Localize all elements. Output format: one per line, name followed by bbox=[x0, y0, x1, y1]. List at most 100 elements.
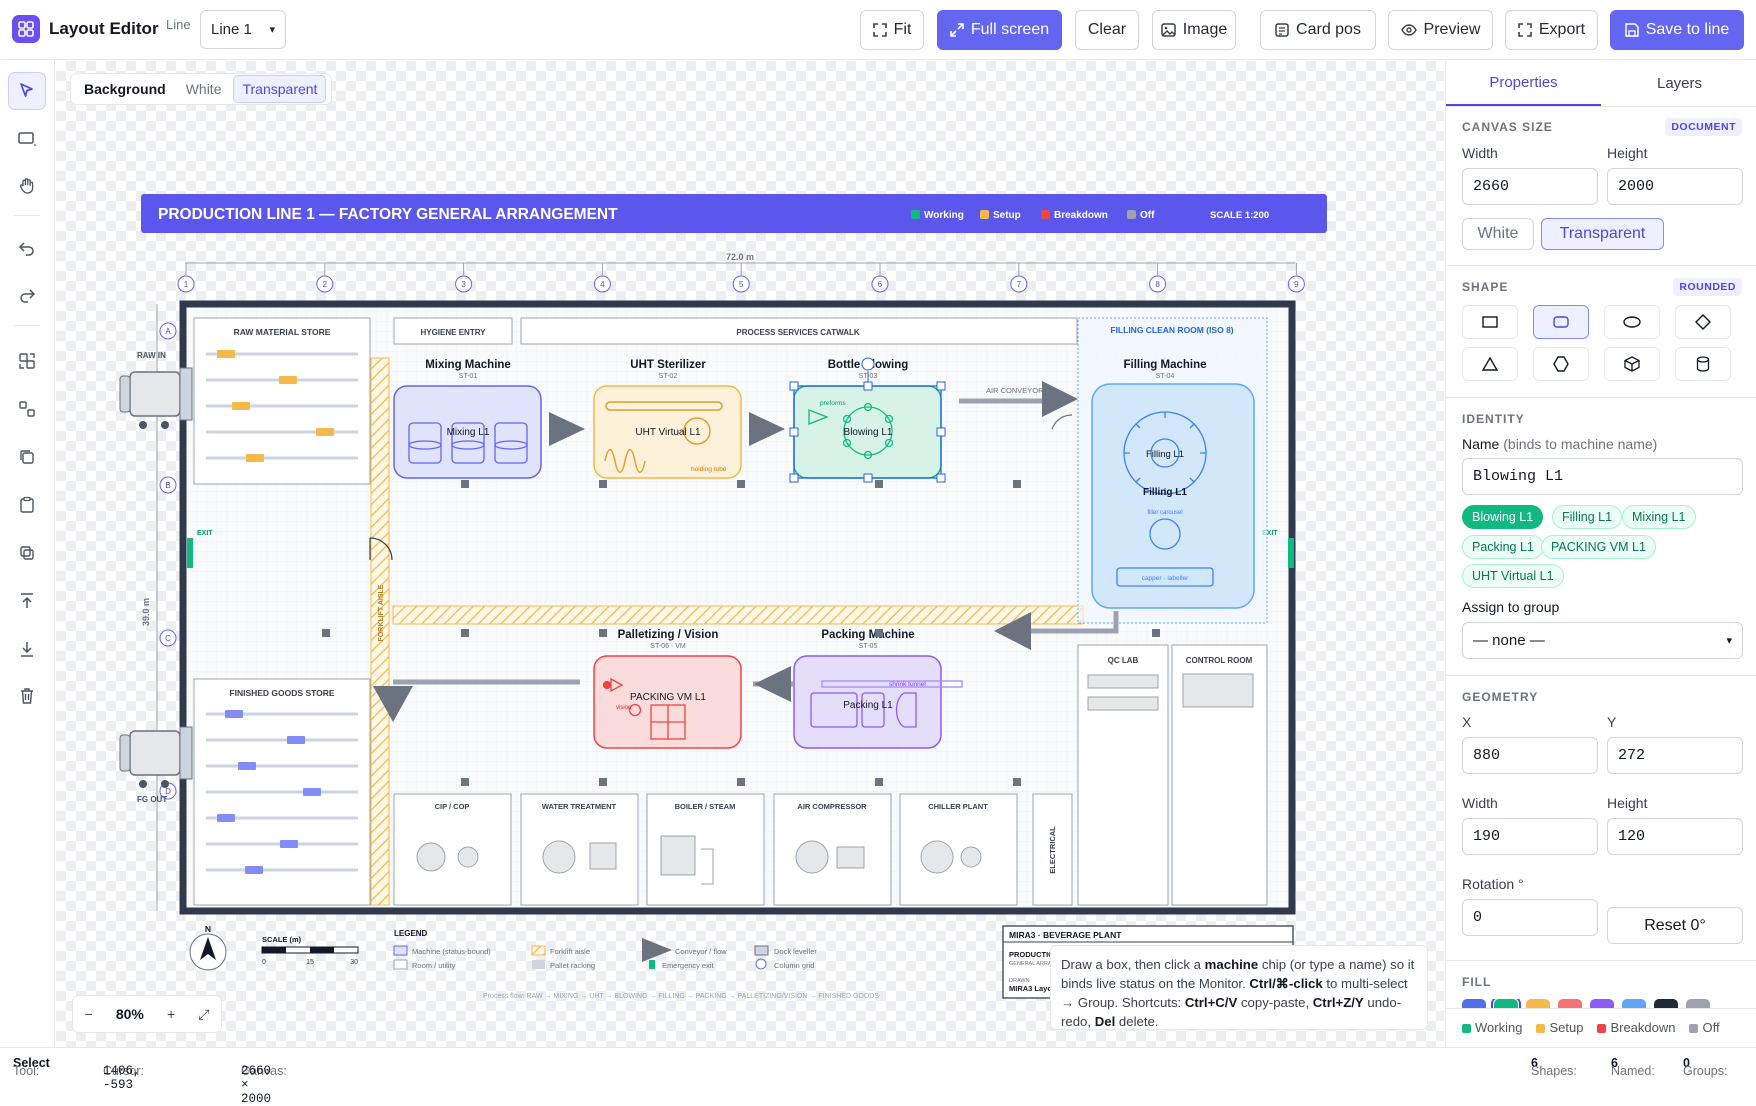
machine-chip-blowing[interactable]: Blowing L1 bbox=[1462, 505, 1544, 529]
width-input[interactable]: 190 bbox=[1462, 818, 1598, 855]
export-button[interactable]: Export bbox=[1505, 10, 1598, 50]
zoom-in-button[interactable]: + bbox=[167, 1006, 175, 1022]
utility-room-label: AIR COMPRESSOR bbox=[797, 802, 867, 811]
resize-handle-e[interactable] bbox=[936, 427, 946, 437]
utility-room-label: WATER TREATMENT bbox=[542, 802, 617, 811]
canvas-height-input[interactable]: 2000 bbox=[1607, 168, 1743, 205]
line-select[interactable]: Line 1 ▾ bbox=[200, 10, 286, 49]
ellipse-icon bbox=[1623, 316, 1641, 328]
legend-off-swatch bbox=[1127, 210, 1136, 219]
machine-chip-packing[interactable]: Packing L1 bbox=[1462, 535, 1544, 559]
card-pos-button[interactable]: Card pos bbox=[1260, 10, 1376, 50]
reset-rotation-button[interactable]: Reset 0° bbox=[1607, 907, 1743, 944]
resize-handle-ne[interactable] bbox=[936, 381, 946, 391]
pan-tool[interactable] bbox=[8, 167, 46, 205]
fit-screen-icon[interactable]: ⤢ bbox=[198, 1006, 209, 1023]
packing-title: Packing Machine bbox=[821, 629, 914, 641]
machine-chip-mixing[interactable]: Mixing L1 bbox=[1622, 505, 1696, 529]
zoom-out-button[interactable]: − bbox=[85, 1006, 93, 1022]
group-select-value: — none — bbox=[1473, 632, 1545, 649]
canvas-transparent-button[interactable]: Transparent bbox=[1541, 218, 1664, 250]
north-label: N bbox=[205, 924, 211, 934]
raw-in-dock[interactable] bbox=[119, 367, 193, 429]
exit-west-marker bbox=[187, 538, 193, 568]
canvas-width-input[interactable]: 2660 bbox=[1462, 168, 1598, 205]
structural-column bbox=[875, 629, 883, 637]
height-input[interactable]: 120 bbox=[1607, 818, 1743, 855]
legend-conveyor-label: Conveyor / flow bbox=[675, 947, 727, 956]
structural-column bbox=[1013, 480, 1021, 488]
resize-handle-nw[interactable] bbox=[789, 381, 799, 391]
legend-working-label: Working bbox=[924, 210, 964, 221]
name-label-text: Name bbox=[1462, 436, 1500, 452]
machine-chip-filling[interactable]: Filling L1 bbox=[1552, 505, 1623, 529]
qc-bench-2 bbox=[1087, 696, 1159, 711]
resize-handle-w[interactable] bbox=[789, 427, 799, 437]
structural-column bbox=[1152, 629, 1160, 637]
tip-text: delete. bbox=[1115, 1014, 1159, 1029]
resize-handle-s[interactable] bbox=[863, 473, 873, 483]
resize-handle-sw[interactable] bbox=[789, 473, 799, 483]
duplicate-tool[interactable] bbox=[8, 438, 46, 476]
select-tool[interactable] bbox=[8, 72, 46, 110]
preview-button[interactable]: Preview bbox=[1388, 10, 1493, 50]
palletizing-title: Palletizing / Vision bbox=[618, 629, 719, 641]
resize-handle-n[interactable] bbox=[863, 381, 873, 391]
resize-handle-se[interactable] bbox=[936, 473, 946, 483]
canvas-white-button[interactable]: White bbox=[1462, 218, 1534, 250]
tab-layers[interactable]: Layers bbox=[1602, 61, 1756, 106]
fit-button[interactable]: Fit bbox=[860, 10, 924, 50]
factory-drawing[interactable]: PRODUCTION LINE 1 — FACTORY GENERAL ARRA… bbox=[56, 61, 1444, 1047]
machine-chip-packing-vm[interactable]: PACKING VM L1 bbox=[1541, 535, 1656, 559]
legend-setup-label: Setup bbox=[993, 210, 1021, 221]
group-select[interactable]: — none — ▾ bbox=[1462, 622, 1743, 659]
forklift-aisle-horizontal[interactable] bbox=[392, 605, 1084, 625]
tip-keyword: Del bbox=[1094, 1014, 1116, 1029]
send-to-back-tool[interactable] bbox=[8, 630, 46, 668]
rotate-handle[interactable] bbox=[861, 357, 875, 371]
bring-to-front-tool[interactable] bbox=[8, 582, 46, 620]
pallet bbox=[238, 762, 256, 770]
ungroup-tool[interactable] bbox=[8, 390, 46, 428]
shape-cylinder-button[interactable] bbox=[1675, 347, 1731, 381]
group-tool[interactable] bbox=[8, 342, 46, 380]
mixing-name: Mixing L1 bbox=[447, 427, 490, 438]
shape-rectangle-button[interactable] bbox=[1462, 305, 1518, 339]
rounded-rectangle-icon bbox=[1553, 316, 1569, 328]
machine-chip-uht[interactable]: UHT Virtual L1 bbox=[1462, 564, 1564, 588]
paste-tool[interactable] bbox=[8, 486, 46, 524]
legend-exit-label: Emergency exit bbox=[662, 961, 715, 970]
rectangle-icon bbox=[18, 132, 36, 146]
fullscreen-button[interactable]: Full screen bbox=[937, 10, 1062, 50]
structural-column bbox=[737, 778, 745, 786]
x-input[interactable]: 880 bbox=[1462, 737, 1598, 774]
shape-hexagon-button[interactable] bbox=[1533, 347, 1589, 381]
save-to-line-button[interactable]: Save to line bbox=[1610, 10, 1744, 50]
row-bubble-label: B bbox=[165, 481, 170, 490]
undo-tool[interactable] bbox=[8, 229, 46, 267]
shape-cube-button[interactable] bbox=[1604, 347, 1660, 381]
rectangle-tool[interactable] bbox=[8, 120, 46, 158]
clear-button[interactable]: Clear bbox=[1075, 10, 1139, 50]
tab-properties[interactable]: Properties bbox=[1446, 61, 1601, 106]
delete-tool[interactable] bbox=[8, 677, 46, 715]
height-dimension: 39.0 m bbox=[141, 598, 151, 626]
copy-tool[interactable] bbox=[8, 534, 46, 572]
shape-rounded-button[interactable] bbox=[1533, 305, 1589, 339]
image-button[interactable]: Image bbox=[1152, 10, 1236, 50]
redo-tool[interactable] bbox=[8, 276, 46, 314]
uht-code: ST-02 bbox=[659, 373, 678, 380]
hexagon-icon bbox=[1553, 356, 1569, 372]
shape-diamond-button[interactable] bbox=[1675, 305, 1731, 339]
shape-ellipse-button[interactable] bbox=[1604, 305, 1660, 339]
palletizing-name: PACKING VM L1 bbox=[630, 692, 706, 703]
fg-out-dock[interactable] bbox=[119, 726, 193, 788]
canvas-area[interactable]: Background White Transparent PRODUCTION … bbox=[56, 61, 1444, 1047]
redo-icon bbox=[20, 289, 36, 303]
shape-triangle-button[interactable] bbox=[1462, 347, 1518, 381]
card-icon bbox=[1275, 23, 1289, 37]
y-input[interactable]: 272 bbox=[1607, 737, 1743, 774]
name-input[interactable]: Blowing L1 bbox=[1462, 458, 1743, 495]
scale-label: SCALE 1:200 bbox=[1210, 210, 1269, 221]
rotation-input[interactable]: 0 bbox=[1462, 899, 1598, 936]
